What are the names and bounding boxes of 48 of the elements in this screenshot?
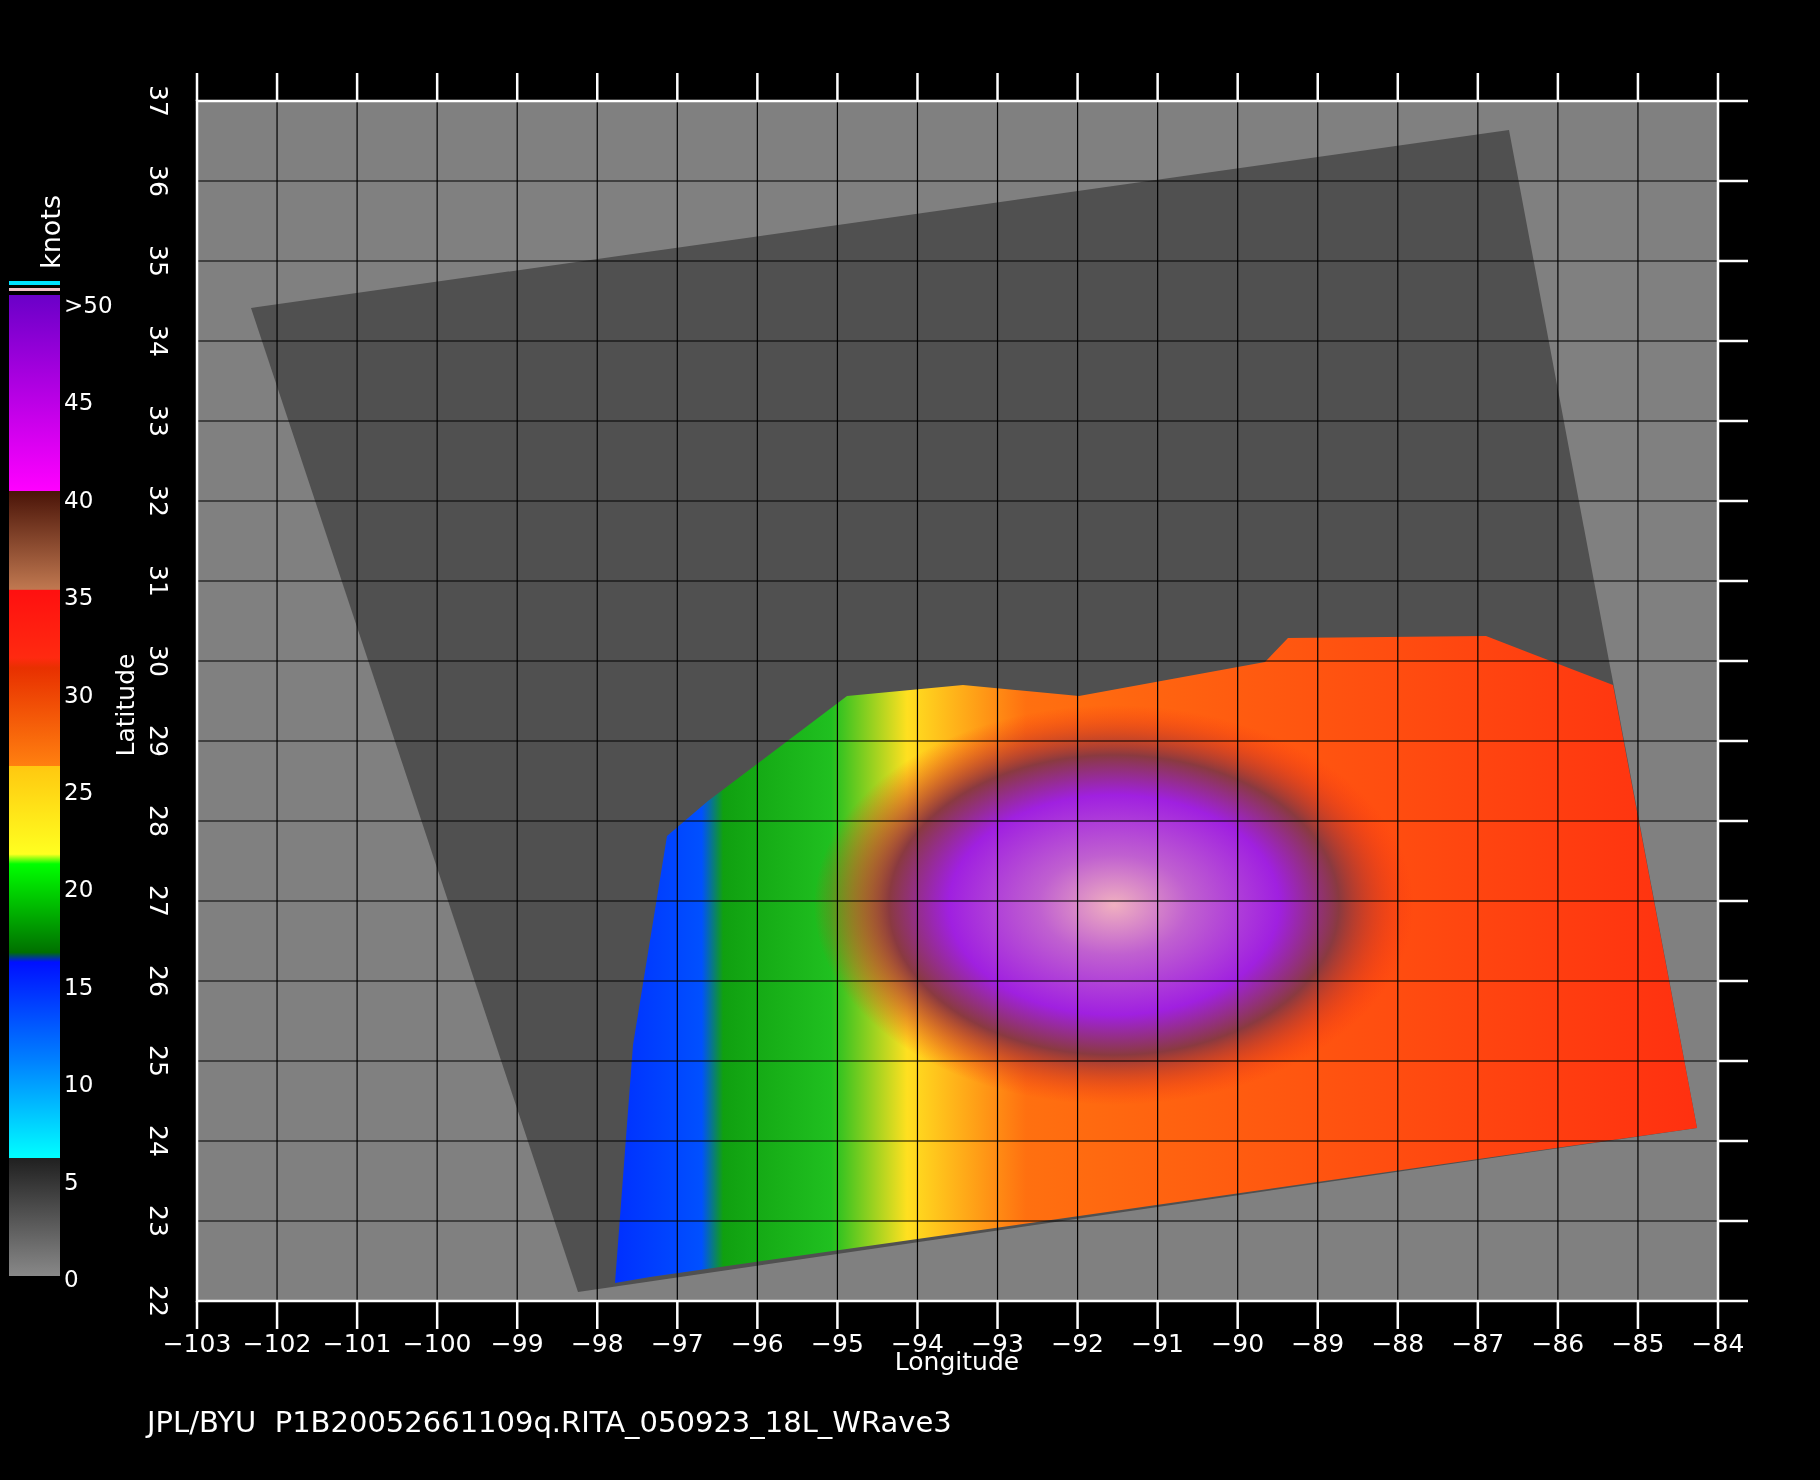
color-scale-label: 5 xyxy=(64,1168,79,1195)
latitude-tick-label: 32 xyxy=(144,485,173,517)
latitude-tick-label: 25 xyxy=(144,1045,173,1077)
longitude-tick-label: −99 xyxy=(490,1329,544,1358)
color-scale-label: 15 xyxy=(64,973,94,1000)
latitude-tick-label: 37 xyxy=(144,85,173,117)
color-scale-title: knots xyxy=(35,195,66,269)
longitude-tick-label: −86 xyxy=(1531,1329,1585,1358)
axis-title: Latitude xyxy=(111,653,140,757)
color-scale-label: 10 xyxy=(64,1071,94,1098)
longitude-tick-label: −84 xyxy=(1691,1329,1745,1358)
longitude-tick-label: −97 xyxy=(650,1329,704,1358)
image-caption: JPL/BYU P1B20052661109q.RITA_050923_18L_WRave3 xyxy=(147,1405,952,1439)
longitude-tick-label: −91 xyxy=(1131,1329,1184,1358)
latitude-tick-label: 31 xyxy=(144,565,173,597)
latitude-tick-label: 30 xyxy=(144,645,173,677)
longitude-tick-label: −100 xyxy=(402,1329,472,1358)
longitude-tick-label: −98 xyxy=(570,1329,624,1358)
longitude-tick-label: −87 xyxy=(1451,1329,1505,1358)
latitude-tick-label: 34 xyxy=(144,325,173,357)
latitude-tick-label: 35 xyxy=(144,245,173,277)
longitude-tick-label: −96 xyxy=(731,1329,784,1358)
latitude-tick-label: 27 xyxy=(144,885,173,917)
color-scale-label: 20 xyxy=(64,876,94,903)
longitude-tick-label: −88 xyxy=(1371,1329,1425,1358)
longitude-tick-label: −92 xyxy=(1051,1329,1104,1358)
longitude-tick-label: −103 xyxy=(162,1329,232,1358)
longitude-tick-label: −90 xyxy=(1211,1329,1265,1358)
longitude-tick-label: −102 xyxy=(242,1329,312,1358)
latitude-tick-label: 36 xyxy=(144,165,173,197)
color-scale-label: 30 xyxy=(64,681,94,708)
latitude-tick-label: 26 xyxy=(144,965,173,997)
latitude-tick-label: 22 xyxy=(144,1285,173,1317)
color-scale-label: 35 xyxy=(64,584,94,611)
latitude-tick-label: 23 xyxy=(144,1205,173,1237)
color-scale-label: 25 xyxy=(64,779,94,805)
color-scale-label: 45 xyxy=(64,389,94,416)
longitude-tick-label: −89 xyxy=(1291,1329,1345,1358)
longitude-tick-label: −85 xyxy=(1611,1329,1665,1358)
latitude-tick-label: 24 xyxy=(144,1125,173,1157)
longitude-tick-label: −95 xyxy=(811,1329,864,1358)
latitude-tick-label: 29 xyxy=(144,725,173,757)
color-scale-label: >50 xyxy=(64,292,113,318)
color-scale-label: 0 xyxy=(64,1266,79,1292)
latitude-tick-label: 33 xyxy=(144,405,173,437)
latitude-tick-label: 28 xyxy=(144,805,173,837)
longitude-tick-label: −101 xyxy=(322,1329,392,1358)
color-scale-label: 40 xyxy=(64,486,94,513)
